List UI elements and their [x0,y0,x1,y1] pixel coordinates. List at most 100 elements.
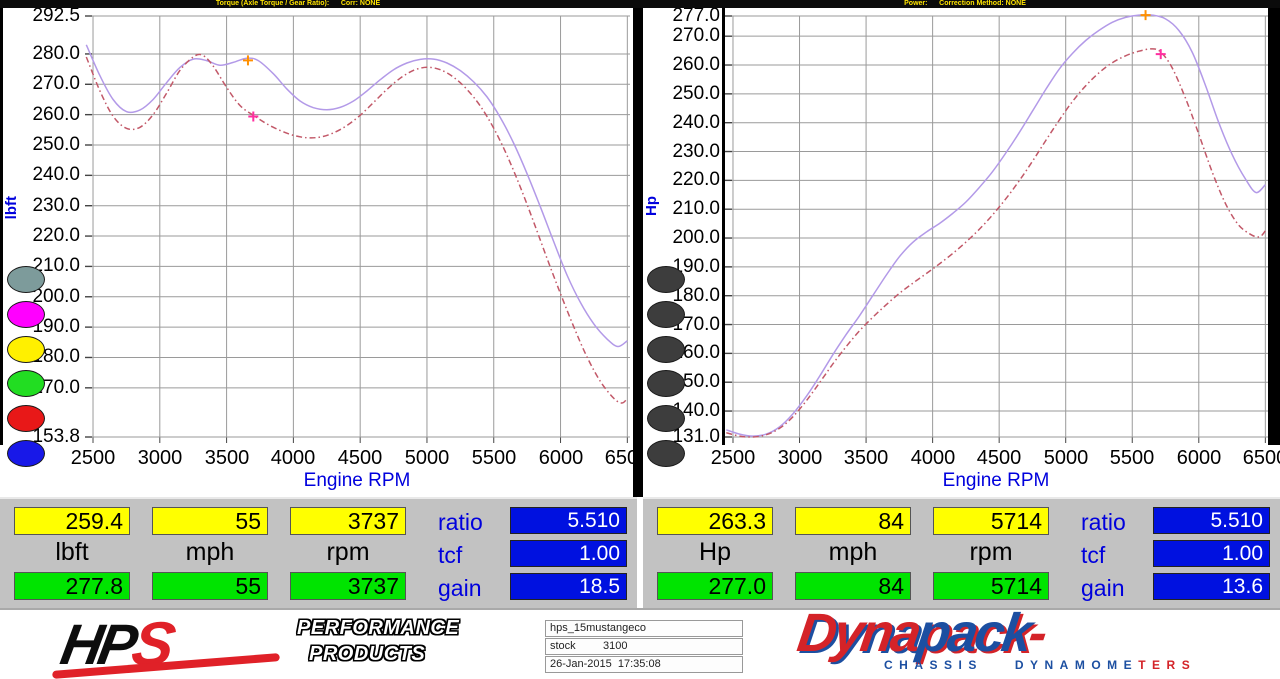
ratio-value: 5.510 [510,507,627,534]
channel-oval-button[interactable] [647,266,685,293]
run-name-field[interactable]: hps_15mustangeco [545,620,743,637]
cursor-power-value: 263.3 [657,507,773,535]
dynapack-logo: Dynapack- [794,602,1052,664]
cursor-rpm-value: 3737 [290,507,406,535]
x-tick-label: 3500 [831,447,901,470]
x-tick-label: 5000 [392,447,462,470]
dynapack-tagline-dynamome: DYNAMOME [1015,658,1138,672]
x-tick-label: 6000 [1164,447,1234,470]
y-tick-label: 200.0 [640,227,722,249]
gain-label: gain [1081,575,1124,602]
x-tick-label: 4500 [964,447,1034,470]
dyno-report-window: Torque (Axle Torque / Gear Ratio): Corr:… [0,0,1280,679]
tcf-label: tcf [1081,542,1105,569]
y-tick-label: 230.0 [640,141,722,163]
footer-strip: HPS PERFORMANCE PRODUCTS hps_15mustangec… [0,608,1280,679]
ratio-label: ratio [1081,509,1126,536]
y-tick-label: 270.0 [640,25,722,47]
unit-label-hp: Hp [657,538,773,567]
tcf-value: 1.00 [1153,540,1270,567]
gain-value: 18.5 [510,573,627,600]
power-chart-pane: Hp Engine RPM 277.0270.0260.0250.0240.02… [640,0,1280,497]
y-tick-label: 250.0 [0,134,82,156]
x-tick-label: 5500 [1097,447,1167,470]
baseline-value: 3100 [603,639,627,654]
dynapack-logo-pack: pack [914,603,1034,663]
y-tick-label: 220.0 [0,225,82,247]
peak-torque-value: 277.8 [14,572,130,600]
run-timestamp-field: 26-Jan-2015 17:35:08 [545,656,743,673]
torque-chart-title: Torque (Axle Torque / Gear Ratio): Corr:… [216,0,380,8]
x-tick-label: 4000 [898,447,968,470]
baseline-label: stock [550,640,576,652]
channel-oval-button[interactable] [647,370,685,397]
cursor-speed-value: 55 [152,507,268,535]
dynapack-tagline-chassis: CHASSIS [884,658,983,672]
peak-speed-value: 55 [152,572,268,600]
y-tick-label: 260.0 [0,104,82,126]
x-tick-label: 6000 [526,447,596,470]
y-tick-label: 277.0 [640,5,722,27]
hps-logo-tagline: PERFORMANCE PRODUCTS [297,615,459,667]
power-data-panel: 263.3 84 5714 Hp mph rpm 277.0 84 5714 r… [643,497,1280,608]
unit-label-rpm: rpm [290,538,406,567]
x-tick-label: 3500 [192,447,262,470]
channel-oval-button[interactable] [647,440,685,467]
torque-data-panel: 259.4 55 3737 lbft mph rpm 277.8 55 3737… [0,497,637,608]
power-plot-left-frame [722,8,725,445]
y-tick-label: 250.0 [640,83,722,105]
y-tick-label: 220.0 [640,169,722,191]
x-tick-label: 2500 [698,447,768,470]
channel-oval-button[interactable] [647,336,685,363]
chart-divider [633,0,643,497]
run-baseline-field[interactable]: stock 3100 [545,638,743,655]
x-tick-label: 5500 [459,447,529,470]
ratio-value: 5.510 [1153,507,1270,534]
cursor-torque-value: 259.4 [14,507,130,535]
dynapack-logo-dyna: Dyna [794,603,922,663]
channel-oval-button[interactable] [7,301,45,328]
torque-chart-pane: lbft Engine RPM 292.5280.0270.0260.0250.… [0,0,640,497]
cursor-speed-value: 84 [795,507,911,535]
gain-label: gain [438,575,481,602]
y-tick-label: 270.0 [0,73,82,95]
power-plot [725,8,1268,445]
channel-oval-button[interactable] [647,301,685,328]
y-tick-label: 210.0 [640,198,722,220]
unit-label-rpm: rpm [933,538,1049,567]
channel-oval-button[interactable] [7,370,45,397]
dynapack-tagline: CHASSISDYNAMOMETERS [884,658,1196,672]
cursor-rpm-value: 5714 [933,507,1049,535]
y-tick-label: 280.0 [0,43,82,65]
y-tick-label: 292.5 [0,5,82,27]
tcf-label: tcf [438,542,462,569]
window-left-border [0,0,3,445]
x-tick-label: 2500 [58,447,128,470]
channel-oval-button[interactable] [7,405,45,432]
peak-rpm-value: 5714 [933,572,1049,600]
hps-tagline-line2: PRODUCTS [309,641,459,667]
x-tick-label: 4000 [258,447,328,470]
chart-title-strip: Torque (Axle Torque / Gear Ratio): Corr:… [0,0,1280,8]
channel-oval-button[interactable] [7,266,45,293]
unit-label-mph: mph [152,538,268,567]
gain-value: 13.6 [1153,573,1270,600]
channel-oval-button[interactable] [7,440,45,467]
x-tick-label: 5000 [1031,447,1101,470]
peak-speed-value: 84 [795,572,911,600]
channel-oval-button[interactable] [647,405,685,432]
y-tick-label: 240.0 [0,164,82,186]
x-tick-label: 3000 [125,447,195,470]
peak-rpm-value: 3737 [290,572,406,600]
torque-plot [85,8,630,445]
y-tick-label: 260.0 [640,54,722,76]
x-tick-label: 6500 [1230,447,1280,470]
peak-power-value: 277.0 [657,572,773,600]
y-tick-label: 230.0 [0,195,82,217]
channel-oval-button[interactable] [7,336,45,363]
power-x-axis-label: Engine RPM [943,470,1050,492]
torque-x-axis-label: Engine RPM [304,470,411,492]
power-chart-title: Power: Correction Method: NONE [904,0,1026,8]
unit-label-lbft: lbft [14,538,130,567]
hps-tagline-line1: PERFORMANCE [297,615,459,641]
